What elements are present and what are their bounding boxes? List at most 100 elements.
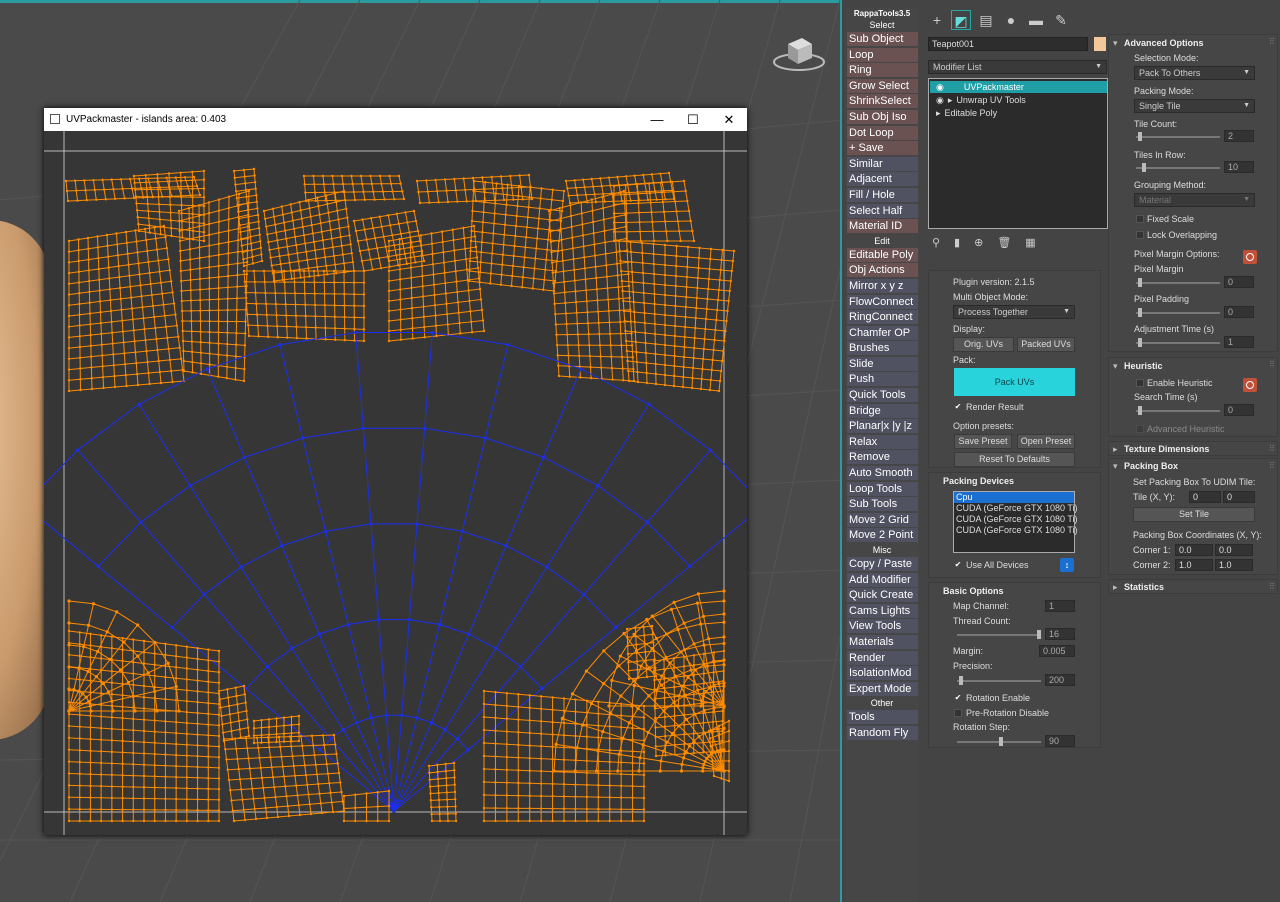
expand-icon[interactable]: ▸ <box>936 108 941 118</box>
reset-defaults-button[interactable]: Reset To Defaults <box>954 452 1075 467</box>
slider-knob[interactable] <box>1138 308 1142 317</box>
set-tile-button[interactable]: Set Tile <box>1133 507 1255 522</box>
device-item[interactable]: CUDA (GeForce GTX 1080 Ti) <box>954 503 1078 514</box>
drag-handle-icon[interactable]: ⠿ <box>1269 37 1275 46</box>
tool-button-move-2-point[interactable]: Move 2 Point <box>847 528 918 543</box>
utilities-tab-icon[interactable]: ✎ <box>1051 10 1071 30</box>
device-item[interactable]: CUDA (GeForce GTX 1080 Ti) <box>954 525 1078 536</box>
rotation-step-spinner[interactable]: 90 <box>1045 735 1075 747</box>
slider-knob[interactable] <box>999 737 1003 746</box>
precision-spinner[interactable]: 200 <box>1045 674 1075 686</box>
collapse-icon[interactable]: ▾ <box>1113 461 1118 472</box>
motion-tab-icon[interactable]: ● <box>1001 10 1021 30</box>
rotation-enable-checkbox[interactable]: ✔ <box>954 694 962 702</box>
pixel-margin-spinner[interactable]: 0 <box>1224 276 1254 288</box>
tool-button-sub-obj-iso[interactable]: Sub Obj Iso <box>847 109 918 124</box>
multi-object-dropdown[interactable]: Process Together ▼ <box>953 305 1075 319</box>
refresh-icon[interactable]: ↕ <box>1060 558 1074 572</box>
thread-count-spinner[interactable]: 16 <box>1045 628 1075 640</box>
pack-uvs-button[interactable]: Pack UVs <box>954 368 1075 396</box>
tool-button-remove[interactable]: Remove <box>847 450 918 465</box>
advanced-heuristic-checkbox[interactable] <box>1136 425 1144 433</box>
precision-slider[interactable] <box>957 676 1041 685</box>
corner2-y-spinner[interactable]: 1.0 <box>1215 559 1253 571</box>
expand-icon[interactable]: ▸ <box>1113 444 1118 455</box>
map-channel-spinner[interactable]: 1 <box>1045 600 1075 612</box>
pixel-margin-slider[interactable] <box>1136 278 1220 287</box>
search-time-slider[interactable] <box>1136 406 1220 415</box>
packed-uvs-button[interactable]: Packed UVs <box>1017 337 1075 352</box>
tool-button-add-modifier[interactable]: Add Modifier <box>847 572 918 587</box>
tool-button-sub-object[interactable]: Sub Object <box>847 32 918 46</box>
slider-knob[interactable] <box>1142 163 1146 172</box>
drag-handle-icon[interactable]: ⠿ <box>1269 360 1275 369</box>
tool-button-loop-tools[interactable]: Loop Tools <box>847 481 918 496</box>
device-item[interactable]: Cpu <box>954 492 1074 503</box>
uv-island[interactable] <box>242 269 366 343</box>
adjustment-time-slider[interactable] <box>1136 338 1220 347</box>
expand-icon[interactable]: ▸ <box>948 95 953 105</box>
uv-island[interactable] <box>262 189 356 283</box>
tiles-row-slider[interactable] <box>1136 163 1220 172</box>
tool-button-bridge[interactable]: Bridge <box>847 403 918 418</box>
search-time-spinner[interactable]: 0 <box>1224 404 1254 416</box>
tool-button-view-tools[interactable]: View Tools <box>847 619 918 634</box>
tool-button-save[interactable]: + Save <box>847 141 918 156</box>
stack-tool-icons[interactable]: ⚲▮⊕🗑▦ <box>932 236 1050 249</box>
uv-island[interactable] <box>222 733 346 823</box>
save-preset-button[interactable]: Save Preset <box>954 434 1012 449</box>
device-item[interactable]: CUDA (GeForce GTX 1080 Ti) <box>954 514 1078 525</box>
tile-count-spinner[interactable]: 2 <box>1224 130 1254 142</box>
uv-island[interactable] <box>607 589 726 708</box>
thread-count-slider[interactable] <box>957 630 1041 639</box>
tool-button-select-half[interactable]: Select Half <box>847 203 918 218</box>
uv-island[interactable] <box>67 224 186 393</box>
slider-knob[interactable] <box>1037 630 1041 639</box>
tool-button-expert-mode[interactable]: Expert Mode <box>847 681 918 696</box>
tool-button-push[interactable]: Push <box>847 372 918 387</box>
tiles-row-spinner[interactable]: 10 <box>1224 161 1254 173</box>
viewport[interactable]: UVPackmaster - islands area: 0.403 — ☐ ✕ <box>0 0 842 902</box>
hierarchy-tab-icon[interactable]: ▤ <box>976 10 996 30</box>
statistics-title[interactable]: Statistics <box>1124 582 1164 592</box>
slider-knob[interactable] <box>1138 338 1142 347</box>
tool-button-flowconnect[interactable]: FlowConnect <box>847 294 918 309</box>
uv-island[interactable] <box>132 169 206 243</box>
tool-button-auto-smooth[interactable]: Auto Smooth <box>847 466 918 481</box>
rotation-step-slider[interactable] <box>957 737 1041 746</box>
drag-handle-icon[interactable]: ⠿ <box>1269 582 1275 591</box>
object-color-swatch[interactable] <box>1094 37 1106 51</box>
stack-item-editable-poly[interactable]: ▸ Editable Poly <box>930 107 1107 119</box>
statistics-panel[interactable]: ▸ Statistics ⠿ <box>1108 579 1278 594</box>
uv-island[interactable] <box>252 714 301 745</box>
use-all-devices-checkbox[interactable]: ✔ <box>954 561 962 569</box>
uv-island[interactable] <box>415 173 534 205</box>
margin-spinner[interactable]: 0.005 <box>1039 645 1075 657</box>
slider-knob[interactable] <box>959 676 963 685</box>
tool-button-isolationmod[interactable]: IsolationMod <box>847 666 918 681</box>
tool-button-shrinkselect[interactable]: ShrinkSelect <box>847 94 918 109</box>
slider-knob[interactable] <box>1138 278 1142 287</box>
open-preset-button[interactable]: Open Preset <box>1017 434 1075 449</box>
modifier-list-dropdown[interactable]: Modifier List ▼ <box>928 60 1107 74</box>
maximize-button[interactable]: ☐ <box>675 112 711 128</box>
tool-button-brushes[interactable]: Brushes <box>847 341 918 356</box>
modify-tab-icon[interactable]: ◩ <box>951 10 971 30</box>
create-tab-icon[interactable]: + <box>927 10 947 30</box>
corner1-x-spinner[interactable]: 0.0 <box>1175 544 1213 556</box>
viewcube-icon[interactable] <box>772 34 826 74</box>
uv-island[interactable] <box>617 239 736 393</box>
uv-island[interactable] <box>564 171 676 205</box>
tool-button-mirror-x-y-z[interactable]: Mirror x y z <box>847 278 918 293</box>
devices-list[interactable]: Cpu CUDA (GeForce GTX 1080 Ti) CUDA (GeF… <box>953 491 1078 553</box>
tile-x-spinner[interactable]: 0 <box>1189 491 1221 503</box>
tool-button-material-id[interactable]: Material ID <box>847 219 918 234</box>
tool-button-ring[interactable]: Ring <box>847 63 918 78</box>
texture-dimensions-title[interactable]: Texture Dimensions <box>1124 444 1209 454</box>
close-button[interactable]: ✕ <box>711 112 747 128</box>
collapse-icon[interactable]: ▾ <box>1113 38 1118 49</box>
uv-canvas[interactable] <box>44 131 747 835</box>
tool-button-planar-x-y-z[interactable]: Planar|x |y |z <box>847 419 918 434</box>
tool-button-grow-select[interactable]: Grow Select <box>847 78 918 93</box>
tool-button-slide[interactable]: Slide <box>847 356 918 371</box>
